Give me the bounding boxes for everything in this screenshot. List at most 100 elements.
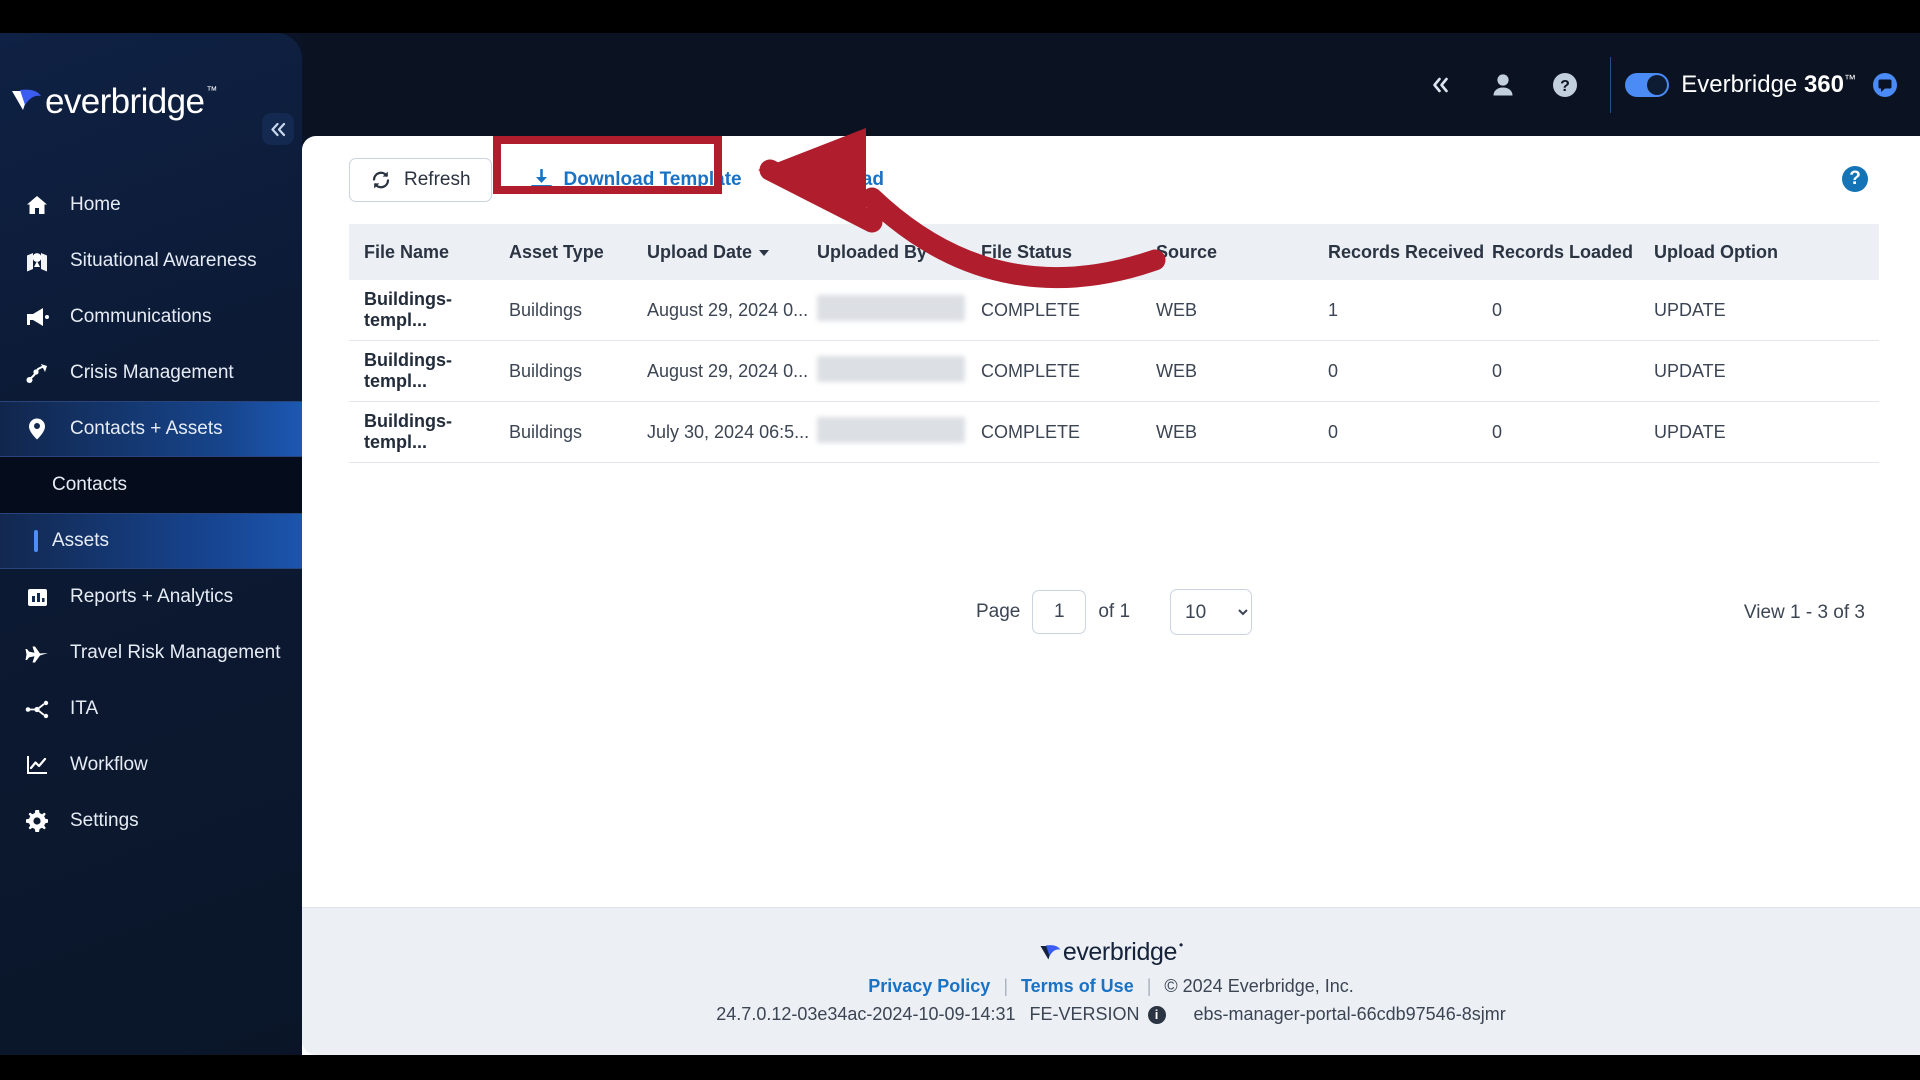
sidebar-subitem-assets[interactable]: Assets bbox=[0, 513, 302, 569]
cell-file-status: COMPLETE bbox=[981, 361, 1156, 382]
sidebar-item-situational-awareness[interactable]: Situational Awareness bbox=[0, 233, 302, 289]
cell-records-received: 1 bbox=[1328, 300, 1492, 321]
redacted-value bbox=[817, 295, 965, 321]
refresh-icon bbox=[370, 170, 392, 190]
upload-icon bbox=[786, 169, 809, 191]
map-pin-icon bbox=[22, 249, 52, 273]
sort-desc-icon bbox=[759, 250, 769, 256]
cell-file-name: Buildings-templ... bbox=[349, 411, 509, 453]
sidebar-item-crisis-management[interactable]: Crisis Management bbox=[0, 345, 302, 401]
privacy-policy-link[interactable]: Privacy Policy bbox=[868, 976, 990, 997]
sidebar-item-label: Contacts + Assets bbox=[70, 418, 223, 440]
user-icon bbox=[1492, 73, 1514, 97]
home-icon bbox=[22, 193, 52, 217]
brand-prefix: Everbridge bbox=[1681, 71, 1804, 98]
bar-chart-icon bbox=[22, 585, 52, 609]
location-pin-icon bbox=[22, 417, 52, 441]
sidebar-subitem-contacts[interactable]: Contacts bbox=[0, 457, 302, 513]
sidebar: everbridge ™ Home bbox=[0, 33, 302, 1055]
gear-icon bbox=[22, 809, 52, 833]
everbridge-360-toggle[interactable] bbox=[1625, 73, 1669, 97]
footer-copyright: © 2024 Everbridge, Inc. bbox=[1164, 976, 1353, 997]
airplane-icon bbox=[22, 641, 52, 665]
column-header-file-status[interactable]: File Status bbox=[981, 242, 1156, 263]
download-template-label: Download Template bbox=[564, 169, 742, 191]
page-size-select[interactable]: 10 bbox=[1170, 589, 1252, 635]
info-icon[interactable]: i bbox=[1148, 1006, 1166, 1024]
cell-records-loaded: 0 bbox=[1492, 300, 1654, 321]
sidebar-item-contacts-assets[interactable]: Contacts + Assets bbox=[0, 401, 302, 457]
column-header-upload-date[interactable]: Upload Date bbox=[647, 242, 817, 263]
chat-bubble-button[interactable] bbox=[1870, 70, 1900, 100]
table-row[interactable]: Buildings-templ... Buildings August 29, … bbox=[349, 341, 1879, 402]
topbar-help-button[interactable]: ? bbox=[1542, 62, 1588, 108]
cell-uploaded-by bbox=[817, 417, 981, 448]
uploads-table: File Name Asset Type Upload Date Uploade… bbox=[349, 224, 1879, 463]
application-window: everbridge ™ Home bbox=[0, 33, 1920, 1055]
sidebar-subitem-label: Contacts bbox=[52, 474, 127, 496]
terms-of-use-link[interactable]: Terms of Use bbox=[1021, 976, 1134, 997]
active-indicator-bar bbox=[34, 530, 38, 552]
footer-links: Privacy Policy | Terms of Use | © 2024 E… bbox=[868, 976, 1354, 997]
cell-file-status: COMPLETE bbox=[981, 422, 1156, 443]
footer-version: 24.7.0.12-03e34ac-2024-10-09-14:31 bbox=[716, 1004, 1015, 1025]
cell-records-loaded: 0 bbox=[1492, 361, 1654, 382]
table-row[interactable]: Buildings-templ... Buildings July 30, 20… bbox=[349, 402, 1879, 463]
everbridge-check-icon bbox=[10, 88, 44, 114]
sidebar-subitem-label: Assets bbox=[52, 530, 109, 552]
page-label: Page bbox=[976, 601, 1020, 623]
cell-source: WEB bbox=[1156, 422, 1328, 443]
footer-divider: | bbox=[1147, 976, 1152, 997]
topbar-user-button[interactable] bbox=[1480, 62, 1526, 108]
upload-label: Upload bbox=[820, 169, 884, 191]
brand-bold: 360 bbox=[1804, 71, 1844, 98]
chat-bubble-icon bbox=[1872, 72, 1898, 98]
screenshot-root: everbridge ™ Home bbox=[0, 0, 1920, 1080]
cell-records-received: 0 bbox=[1328, 422, 1492, 443]
sidebar-item-label: Travel Risk Management bbox=[70, 642, 280, 664]
sidebar-item-workflow[interactable]: Workflow bbox=[0, 737, 302, 793]
cell-records-loaded: 0 bbox=[1492, 422, 1654, 443]
brand-tm: ™ bbox=[1844, 72, 1856, 86]
sidebar-logo-tm: ™ bbox=[206, 85, 217, 97]
footer-version-row: 24.7.0.12-03e34ac-2024-10-09-14:31 FE-VE… bbox=[716, 1004, 1505, 1025]
sidebar-item-settings[interactable]: Settings bbox=[0, 793, 302, 849]
cell-file-name: Buildings-templ... bbox=[349, 289, 509, 331]
chevron-double-left-icon bbox=[270, 122, 287, 137]
table-row[interactable]: Buildings-templ... Buildings August 29, … bbox=[349, 280, 1879, 341]
network-icon bbox=[22, 697, 52, 721]
topbar-collapse-button[interactable] bbox=[1418, 62, 1464, 108]
footer-logo: everbridge • bbox=[1039, 938, 1183, 967]
sidebar-item-home[interactable]: Home bbox=[0, 177, 302, 233]
cell-file-status: COMPLETE bbox=[981, 300, 1156, 321]
sidebar-item-reports-analytics[interactable]: Reports + Analytics bbox=[0, 569, 302, 625]
view-count-label: View 1 - 3 of 3 bbox=[1744, 602, 1865, 624]
column-header-upload-option[interactable]: Upload Option bbox=[1654, 242, 1824, 263]
sidebar-item-label: Communications bbox=[70, 306, 212, 328]
sidebar-item-ita[interactable]: ITA bbox=[0, 681, 302, 737]
sidebar-item-label: Crisis Management bbox=[70, 362, 234, 384]
pagination-controls: Page of 1 10 bbox=[976, 589, 1252, 635]
cell-asset-type: Buildings bbox=[509, 300, 647, 321]
column-header-file-name[interactable]: File Name bbox=[349, 242, 509, 263]
column-header-uploaded-by[interactable]: Uploaded By bbox=[817, 242, 981, 263]
download-template-button[interactable]: Download Template bbox=[516, 158, 756, 202]
column-header-upload-date-label: Upload Date bbox=[647, 242, 752, 262]
content-help-button[interactable]: ? bbox=[1842, 166, 1868, 192]
upload-button[interactable]: Upload bbox=[772, 158, 898, 202]
sidebar-item-travel-risk-management[interactable]: Travel Risk Management bbox=[0, 625, 302, 681]
everbridge-check-icon bbox=[1039, 944, 1063, 962]
column-header-source[interactable]: Source bbox=[1156, 242, 1328, 263]
column-header-records-loaded[interactable]: Records Loaded bbox=[1492, 242, 1654, 263]
footer-logo-text: everbridge bbox=[1063, 938, 1177, 967]
refresh-label: Refresh bbox=[404, 169, 471, 191]
sidebar-item-communications[interactable]: Communications bbox=[0, 289, 302, 345]
column-header-records-received[interactable]: Records Received bbox=[1328, 242, 1492, 263]
sidebar-collapse-button[interactable] bbox=[262, 113, 294, 145]
page-total-label: of 1 bbox=[1098, 601, 1130, 623]
page-number-input[interactable] bbox=[1032, 590, 1086, 634]
line-chart-icon bbox=[22, 753, 52, 777]
column-header-asset-type[interactable]: Asset Type bbox=[509, 242, 647, 263]
cell-source: WEB bbox=[1156, 361, 1328, 382]
refresh-button[interactable]: Refresh bbox=[349, 158, 492, 202]
